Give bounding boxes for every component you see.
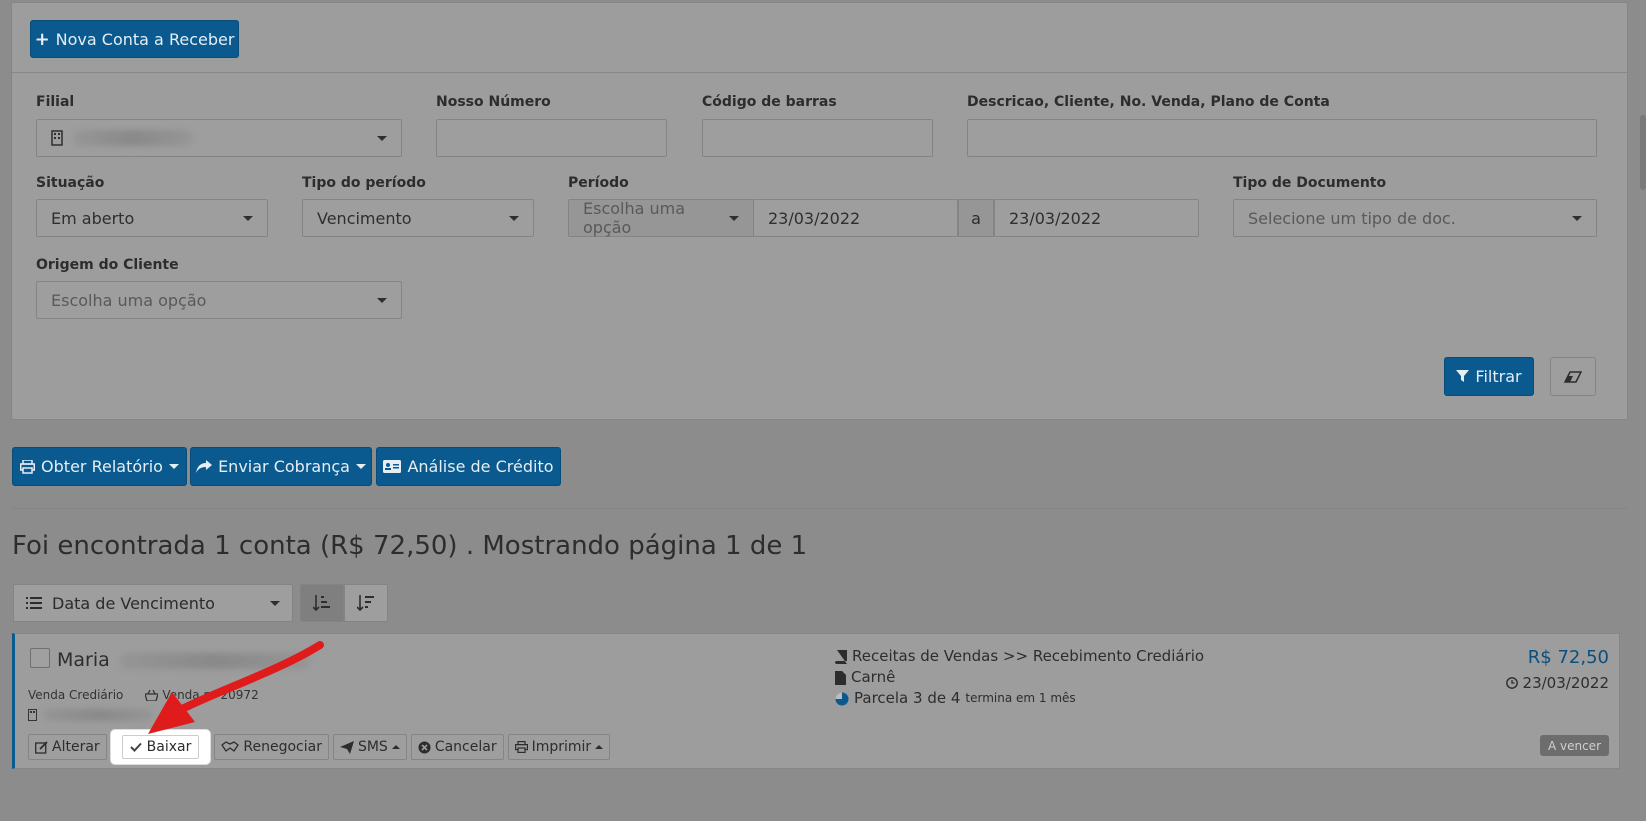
chevron-down-icon xyxy=(270,600,280,606)
nosso-numero-label: Nosso Número xyxy=(436,94,551,110)
send-charge-button[interactable]: Enviar Cobrança xyxy=(190,447,372,486)
sort-amount-desc-icon xyxy=(357,595,374,612)
sort-amount-asc-icon xyxy=(313,595,330,612)
periodo-start-input[interactable]: 23/03/2022 xyxy=(753,199,958,237)
tipo-documento-select[interactable]: Selecione um tipo de doc. xyxy=(1233,199,1597,237)
report-button[interactable]: Obter Relatório xyxy=(12,447,187,486)
new-receivable-button[interactable]: + Nova Conta a Receber xyxy=(30,20,239,58)
receivable-card: Maria Venda Crediário Venda nº 20972 Alt… xyxy=(12,633,1620,769)
renegociar-button[interactable]: Renegociar xyxy=(214,734,329,760)
tipo-periodo-label: Tipo do período xyxy=(302,175,426,191)
pie-chart-icon xyxy=(835,692,849,705)
printer-icon xyxy=(514,741,528,753)
times-circle-icon xyxy=(418,741,431,753)
printer-icon xyxy=(20,459,36,474)
tipo-documento-label: Tipo de Documento xyxy=(1233,175,1387,191)
select-checkbox[interactable] xyxy=(30,648,50,668)
periodo-end-input[interactable]: 23/03/2022 xyxy=(994,199,1199,237)
results-summary: Foi encontrada 1 conta (R$ 72,50) . Most… xyxy=(12,531,808,561)
filial-label: Filial xyxy=(36,94,75,110)
eraser-icon xyxy=(1564,370,1582,383)
nosso-numero-input[interactable] xyxy=(436,119,667,157)
filial-value-redacted xyxy=(73,130,193,146)
chevron-down-icon xyxy=(377,297,387,303)
descricao-input[interactable] xyxy=(967,119,1597,157)
sort-field-select[interactable]: Data de Vencimento xyxy=(13,584,293,622)
paper-plane-icon xyxy=(339,740,354,754)
category-line: Receitas de Vendas >> Recebimento Crediá… xyxy=(835,646,1204,667)
baixar-button[interactable]: Baixar xyxy=(110,730,211,764)
amount: R$ 72,50 xyxy=(1527,647,1609,668)
scrollbar[interactable] xyxy=(1640,115,1646,190)
imprimir-button[interactable]: Imprimir xyxy=(507,734,611,760)
list-icon xyxy=(26,597,42,609)
chevron-up-icon xyxy=(391,745,400,749)
panel-header: + Nova Conta a Receber xyxy=(12,3,1627,73)
sale-type: Venda Crediário xyxy=(28,688,124,702)
id-card-icon xyxy=(383,460,402,473)
edit-icon xyxy=(35,740,48,754)
tipo-periodo-select[interactable]: Vencimento xyxy=(302,199,534,237)
credit-analysis-button[interactable]: Análise de Crédito xyxy=(376,447,561,486)
chevron-down-icon xyxy=(355,464,366,469)
situacao-label: Situação xyxy=(36,175,105,191)
filter-panel: + Nova Conta a Receber Filial Nosso Núme… xyxy=(11,2,1628,420)
chevron-up-icon xyxy=(595,745,604,749)
plus-icon: + xyxy=(34,28,50,50)
periodo-option-select[interactable]: Escolha uma opção xyxy=(568,199,754,237)
chevron-down-icon xyxy=(168,464,179,469)
descricao-label: Descricao, Cliente, No. Venda, Plano de … xyxy=(967,94,1330,110)
periodo-label: Período xyxy=(568,175,629,191)
document-line: Carnê xyxy=(835,667,1204,688)
codigo-barras-label: Código de barras xyxy=(702,94,837,110)
filial-redacted xyxy=(43,709,153,721)
card-actions: Alterar Baixar Renegociar SMS Cancelar I… xyxy=(28,730,611,764)
chevron-down-icon xyxy=(509,215,519,221)
alterar-button[interactable]: Alterar xyxy=(28,734,107,760)
clock-icon xyxy=(1505,677,1518,689)
file-icon xyxy=(835,670,846,685)
sale-number: Venda nº 20972 xyxy=(145,688,259,702)
periodo-separator: a xyxy=(958,199,994,237)
installment-line: Parcela 3 de 4 termina em 1 mês xyxy=(835,688,1204,709)
filter-button[interactable]: Filtrar xyxy=(1444,357,1534,396)
check-icon xyxy=(129,742,142,752)
divider xyxy=(11,508,1628,509)
basket-icon xyxy=(145,689,159,701)
card-info: Receitas de Vendas >> Recebimento Crediá… xyxy=(835,646,1204,709)
share-icon xyxy=(196,460,213,473)
sort-descending-button[interactable] xyxy=(344,584,388,622)
chevron-down-icon xyxy=(729,215,739,221)
chevron-down-icon xyxy=(1572,215,1582,221)
chevron-down-icon xyxy=(243,215,253,221)
client-surname-redacted xyxy=(119,652,310,669)
book-icon xyxy=(835,649,847,664)
cancelar-button[interactable]: Cancelar xyxy=(410,734,504,760)
due-date: 23/03/2022 xyxy=(1505,674,1609,692)
codigo-barras-input[interactable] xyxy=(702,119,933,157)
card-meta: Venda Crediário Venda nº 20972 xyxy=(28,688,259,702)
baixar-button-inner: Baixar xyxy=(121,735,200,759)
status-badge: A vencer xyxy=(1539,735,1609,756)
sort-ascending-button[interactable] xyxy=(300,584,344,622)
building-icon xyxy=(51,130,63,146)
situacao-select[interactable]: Em aberto xyxy=(36,199,268,237)
origem-select[interactable]: Escolha uma opção xyxy=(36,281,402,319)
card-filial xyxy=(28,709,153,721)
filial-select[interactable] xyxy=(36,119,402,157)
origem-label: Origem do Cliente xyxy=(36,257,179,273)
clear-filters-button[interactable] xyxy=(1550,357,1596,396)
chevron-down-icon xyxy=(377,135,387,141)
building-icon xyxy=(28,709,37,721)
funnel-icon xyxy=(1456,370,1470,382)
client-name: Maria xyxy=(57,649,310,671)
handshake-icon xyxy=(221,741,240,752)
sms-button[interactable]: SMS xyxy=(332,734,407,760)
